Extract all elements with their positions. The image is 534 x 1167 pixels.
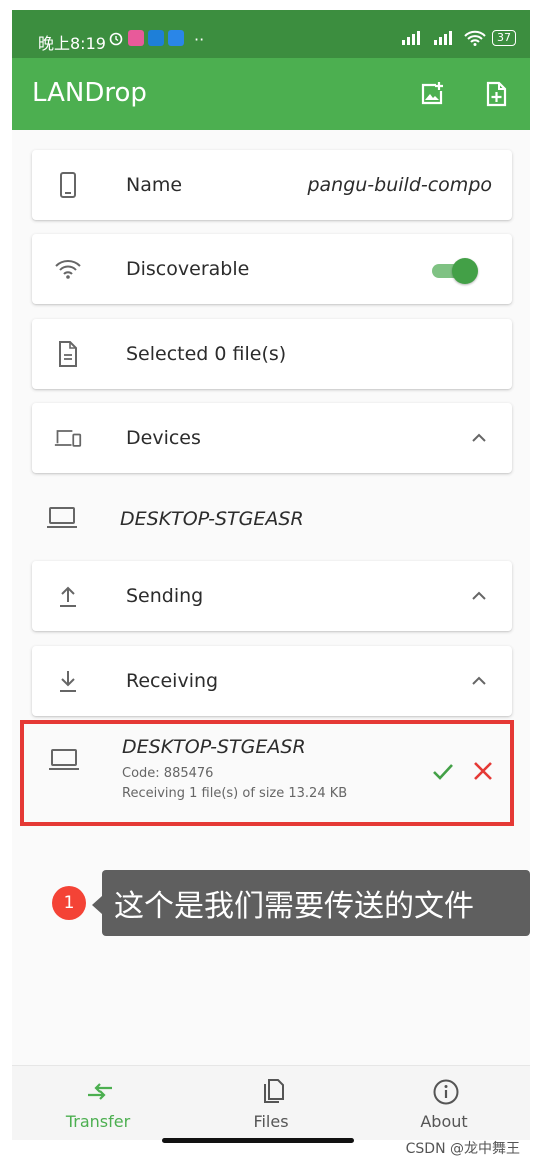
discoverable-label: Discoverable [126, 258, 250, 280]
status-time: 晚上8:19 [38, 34, 106, 53]
signal-icon [402, 31, 420, 45]
chevron-up-icon[interactable] [468, 427, 490, 449]
status-bar: 晚上8:19 ·· 37 [12, 10, 530, 58]
devices-section-header[interactable]: Devices [32, 403, 512, 473]
battery-icon: 37 [492, 30, 516, 46]
app-notification-icon [168, 30, 184, 46]
selected-files-card[interactable]: Selected 0 file(s) [32, 319, 512, 389]
name-label: Name [126, 174, 183, 196]
chevron-up-icon[interactable] [468, 585, 490, 607]
device-list-item[interactable]: DESKTOP-STGEASR [12, 488, 530, 552]
nav-about[interactable]: About [358, 1066, 530, 1140]
device-name-value[interactable]: pangu-build-compo [307, 174, 492, 196]
upload-icon [54, 582, 82, 610]
annotation-tooltip: 这个是我们需要传送的文件 [102, 870, 530, 936]
sending-section-header[interactable]: Sending [32, 561, 512, 631]
selected-files-label: Selected 0 file(s) [126, 343, 287, 365]
nav-files[interactable]: Files [185, 1066, 357, 1140]
download-icon [54, 667, 82, 695]
add-file-button[interactable] [478, 76, 514, 112]
devices-label: Devices [126, 427, 201, 449]
annotation-badge: 1 [52, 886, 86, 920]
transfer-code: Code: 885476 [122, 766, 214, 781]
app-notification-icon [128, 30, 144, 46]
watermark: CSDN @龙中舞王 [405, 1141, 520, 1157]
discoverable-card[interactable]: Discoverable [32, 234, 512, 304]
nav-label: Files [253, 1112, 289, 1131]
more-notifications: ·· [194, 30, 205, 49]
app-bar: LANDrop [12, 58, 530, 130]
add-image-button[interactable] [414, 76, 450, 112]
discoverable-toggle[interactable] [432, 258, 480, 284]
notification-icons: ·· [108, 30, 204, 49]
system-icons: 37 [400, 30, 516, 46]
laptop-icon [47, 507, 77, 528]
alarm-icon [109, 32, 123, 46]
nav-label: Transfer [65, 1112, 131, 1131]
receiving-label: Receiving [126, 670, 219, 692]
laptop-icon [49, 749, 79, 770]
devices-icon [54, 424, 82, 452]
add-photo-icon [421, 82, 443, 105]
signal-icon [434, 31, 452, 45]
receiving-section-header[interactable]: Receiving [32, 646, 512, 716]
transfer-info: Receiving 1 file(s) of size 13.24 KB [122, 786, 348, 801]
app-notification-icon [148, 30, 164, 46]
accept-check-icon[interactable] [430, 758, 456, 784]
nav-label: About [420, 1112, 468, 1131]
app-screen: 晚上8:19 ·· 37 LANDrop Name pangu-build-co… [12, 10, 530, 1140]
device-name-card[interactable]: Name pangu-build-compo [32, 150, 512, 220]
transfer-icon [86, 1078, 114, 1106]
wifi-icon [54, 255, 82, 283]
document-icon [54, 340, 82, 368]
add-file-icon [486, 81, 507, 107]
sending-label: Sending [126, 585, 204, 607]
device-name: DESKTOP-STGEASR [120, 508, 304, 530]
annotation-pointer [92, 896, 102, 914]
bottom-navigation: Transfer Files About [12, 1065, 530, 1140]
phone-icon [54, 171, 82, 199]
nav-transfer[interactable]: Transfer [12, 1066, 184, 1140]
sender-device-name: DESKTOP-STGEASR [122, 736, 306, 758]
reject-close-icon[interactable] [470, 758, 496, 784]
wifi-icon [464, 30, 486, 46]
app-title: LANDrop [32, 78, 147, 108]
chevron-up-icon[interactable] [468, 670, 490, 692]
incoming-transfer-item: DESKTOP-STGEASR Code: 885476 Receiving 1… [20, 720, 514, 826]
info-icon [432, 1078, 460, 1106]
files-icon [259, 1078, 287, 1106]
home-indicator[interactable] [162, 1138, 354, 1143]
